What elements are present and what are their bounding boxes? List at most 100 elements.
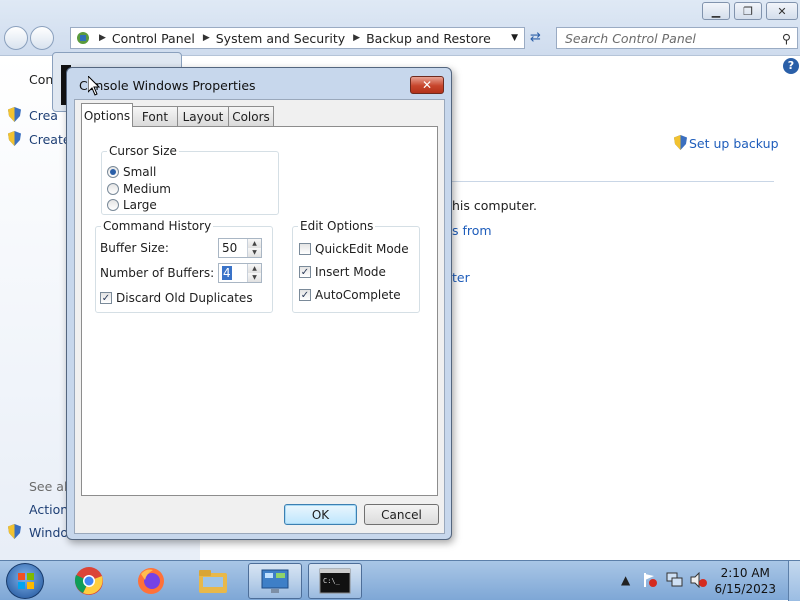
- back-button[interactable]: [4, 26, 28, 50]
- spinner-arrows[interactable]: ▲ ▼: [247, 239, 261, 257]
- firefox-taskbar-item[interactable]: [124, 563, 178, 599]
- radio-indicator: [107, 199, 119, 211]
- search-input[interactable]: Search Control Panel ⚲: [556, 27, 798, 49]
- action-center-flag-icon[interactable]: [642, 572, 658, 588]
- tab-colors[interactable]: Colors: [228, 106, 274, 126]
- dialog-body: Options Font Layout Colors Cursor Size S…: [74, 99, 445, 534]
- chrome-icon: [74, 567, 103, 595]
- discard-duplicates-checkbox[interactable]: ✓ Discard Old Duplicates: [100, 291, 253, 305]
- radio-indicator: [107, 166, 119, 178]
- command-prompt-icon: C:\_: [319, 568, 351, 594]
- radio-label: Medium: [123, 182, 171, 196]
- spin-up-icon[interactable]: ▲: [248, 239, 261, 248]
- chrome-taskbar-item[interactable]: [62, 563, 116, 599]
- action-center-link[interactable]: Action: [29, 502, 68, 517]
- checkbox-checked-icon: ✓: [100, 292, 112, 304]
- radio-indicator: [107, 183, 119, 195]
- show-hidden-icons-button[interactable]: ▲: [621, 573, 630, 587]
- explorer-taskbar-item[interactable]: [186, 563, 240, 599]
- spin-up-icon[interactable]: ▲: [248, 264, 261, 273]
- refresh-icon[interactable]: ⇄: [530, 30, 541, 45]
- breadcrumb-backup-restore[interactable]: Backup and Restore: [366, 31, 491, 46]
- start-button[interactable]: [6, 563, 44, 599]
- firefox-icon: [138, 568, 164, 594]
- divider: [452, 181, 774, 182]
- tab-label: Font: [141, 109, 169, 124]
- buffer-size-spinner[interactable]: 50 ▲ ▼: [218, 238, 262, 258]
- breadcrumb-system-security[interactable]: System and Security: [216, 31, 345, 46]
- command-history-group: Command History Buffer Size: 50 ▲ ▼ Numb…: [95, 219, 273, 313]
- breadcrumb-separator-icon: ▶: [202, 33, 210, 43]
- left-pane-control-link[interactable]: Con: [29, 72, 53, 87]
- taskbar: C:\_ ▲ 2:10 AM 6/15/2023: [0, 560, 800, 601]
- checkbox-checked-icon: ✓: [299, 266, 311, 278]
- clock-time: 2:10 AM: [720, 566, 770, 580]
- cursor-small-radio[interactable]: Small: [107, 165, 156, 179]
- quickedit-checkbox[interactable]: QuickEdit Mode: [299, 242, 409, 256]
- cmd-taskbar-item[interactable]: C:\_: [308, 563, 362, 599]
- windows-logo-icon: [18, 573, 34, 589]
- insert-mode-checkbox[interactable]: ✓ Insert Mode: [299, 265, 386, 279]
- breadcrumb-control-panel[interactable]: Control Panel: [112, 31, 195, 46]
- svg-text:C:\_: C:\_: [323, 577, 341, 585]
- address-bar[interactable]: ▶ Control Panel ▶ System and Security ▶ …: [70, 27, 525, 49]
- windows-link[interactable]: Windo: [29, 525, 68, 540]
- checkbox-label: QuickEdit Mode: [315, 242, 409, 256]
- spinner-arrows[interactable]: ▲ ▼: [247, 264, 261, 282]
- left-pane-create-link-2[interactable]: Create: [29, 132, 71, 147]
- radio-label: Small: [123, 165, 157, 179]
- console-properties-dialog: Console Windows Properties ✕ Options Fon…: [66, 67, 452, 540]
- checkbox-label: Discard Old Duplicates: [116, 291, 253, 305]
- ok-button[interactable]: OK: [284, 504, 357, 525]
- folder-icon: [199, 570, 227, 593]
- tab-font[interactable]: Font: [132, 106, 178, 126]
- number-of-buffers-spinner[interactable]: 4 ▲ ▼: [218, 263, 262, 283]
- maximize-button[interactable]: ❐: [734, 2, 762, 20]
- forward-button[interactable]: [30, 26, 54, 50]
- button-label: OK: [311, 507, 330, 522]
- uac-shield-icon: [674, 135, 687, 150]
- volume-muted-icon[interactable]: [690, 572, 708, 588]
- edit-options-group: Edit Options QuickEdit Mode ✓ Insert Mod…: [292, 219, 420, 313]
- checkbox-label: Insert Mode: [315, 265, 386, 279]
- recover-link[interactable]: ter: [452, 270, 470, 285]
- checkbox-checked-icon: ✓: [299, 289, 311, 301]
- show-desktop-button[interactable]: [788, 561, 800, 601]
- spin-down-icon[interactable]: ▼: [248, 248, 261, 257]
- window-chrome: ▁ ❐ ✕ ▶ Control Panel ▶ System and Secur…: [0, 0, 800, 56]
- system-clock[interactable]: 2:10 AM 6/15/2023: [714, 565, 776, 597]
- uac-shield-icon: [8, 131, 21, 146]
- network-icon[interactable]: [666, 572, 684, 588]
- uac-shield-icon: [8, 524, 21, 539]
- search-icon[interactable]: ⚲: [782, 31, 791, 46]
- radio-label: Large: [123, 198, 157, 212]
- cursor-size-title: Cursor Size: [107, 144, 179, 158]
- cursor-large-radio[interactable]: Large: [107, 198, 157, 212]
- restore-files-link[interactable]: s from: [452, 223, 492, 238]
- address-dropdown-icon[interactable]: ▼: [511, 33, 518, 43]
- number-of-buffers-label: Number of Buffers:: [100, 266, 215, 280]
- cursor-medium-radio[interactable]: Medium: [107, 182, 171, 196]
- dialog-close-button[interactable]: ✕: [410, 76, 444, 94]
- edit-options-title: Edit Options: [298, 219, 376, 233]
- minimize-button[interactable]: ▁: [702, 2, 730, 20]
- options-tab-page: Cursor Size Small Medium Large Command H…: [81, 126, 438, 496]
- spin-down-icon[interactable]: ▼: [248, 273, 261, 282]
- control-panel-icon: [261, 569, 289, 593]
- cancel-button[interactable]: Cancel: [364, 504, 439, 525]
- tab-label: Options: [83, 108, 131, 123]
- tab-options[interactable]: Options: [81, 103, 133, 127]
- button-label: Cancel: [381, 507, 422, 522]
- help-icon[interactable]: ?: [783, 58, 799, 74]
- control-panel-icon: [77, 32, 89, 44]
- autocomplete-checkbox[interactable]: ✓ AutoComplete: [299, 288, 401, 302]
- uac-shield-icon: [8, 107, 21, 122]
- control-panel-taskbar-item[interactable]: [248, 563, 302, 599]
- spinner-value: 4: [222, 266, 232, 280]
- set-up-backup-link[interactable]: Set up backup: [689, 136, 779, 151]
- checkbox-unchecked-icon: [299, 243, 311, 255]
- window-close-button[interactable]: ✕: [766, 2, 798, 20]
- tab-layout[interactable]: Layout: [177, 106, 229, 126]
- breadcrumb-separator-icon: ▶: [99, 33, 106, 43]
- buffer-size-label: Buffer Size:: [100, 241, 169, 255]
